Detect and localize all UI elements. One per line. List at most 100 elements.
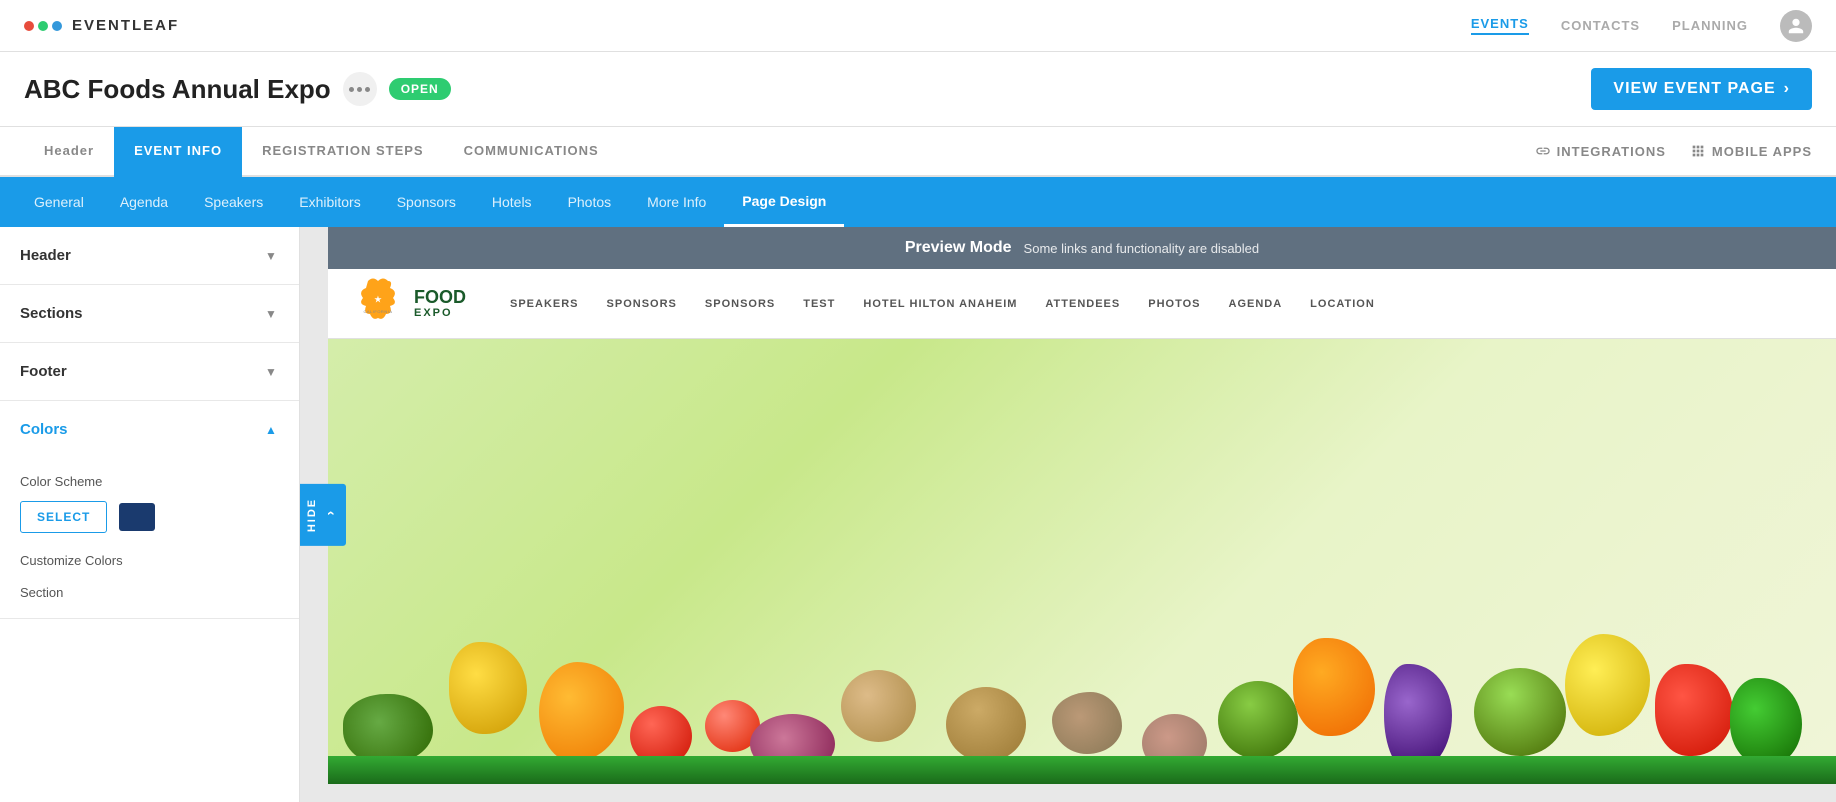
nav-item-speakers[interactable]: SPEAKERS [496, 298, 593, 310]
sidebar-footer-toggle[interactable]: Footer ▼ [0, 343, 299, 400]
dot2 [357, 87, 362, 92]
squash-veg [343, 694, 433, 764]
nav-item-attendees[interactable]: ATTENDEES [1031, 298, 1134, 310]
sidebar-header-toggle[interactable]: Header ▼ [0, 227, 299, 284]
section-label: Section [20, 585, 63, 600]
dot-red [24, 21, 34, 31]
logo-dots [24, 21, 62, 31]
food-expo-logo-text: FOOD EXPO [414, 288, 466, 320]
logo-expo: EXPO [414, 307, 466, 319]
logo-area: EVENTLEAF [24, 17, 179, 34]
dot1 [349, 87, 354, 92]
svg-text:★: ★ [374, 295, 382, 304]
veggie-display [328, 406, 1836, 784]
colors-section-label: Colors [20, 421, 68, 438]
left-sidebar: Header ▼ Sections ▼ Footer ▼ Colors ▲ [0, 227, 300, 802]
select-color-scheme-button[interactable]: SELECT [20, 501, 107, 533]
tab-bar-left: Header EVENT INFO REGISTRATION STEPS COM… [24, 127, 619, 175]
nav-exhibitors[interactable]: Exhibitors [281, 177, 378, 227]
dot3 [365, 87, 370, 92]
page-design-nav: General Agenda Speakers Exhibitors Spons… [0, 177, 1836, 227]
preview-area: HIDE ‹ Preview Mode Some links and funct… [300, 227, 1836, 802]
sidebar-sections-section: Sections ▼ [0, 285, 299, 343]
onion-yellow-2 [946, 687, 1026, 762]
nav-item-test[interactable]: TEST [789, 298, 849, 310]
chevron-down-icon-footer: ▼ [263, 364, 279, 380]
dot-green [38, 21, 48, 31]
nav-photos[interactable]: Photos [550, 177, 630, 227]
view-event-button[interactable]: VIEW EVENT PAGE › [1591, 68, 1812, 110]
sidebar-footer-section: Footer ▼ [0, 343, 299, 401]
customize-colors-link[interactable]: Customize Colors [20, 553, 279, 568]
nav-agenda[interactable]: Agenda [102, 177, 186, 227]
sidebar-colors-toggle[interactable]: Colors ▲ [0, 401, 299, 458]
color-scheme-row: SELECT [20, 501, 279, 533]
nav-item-hotel[interactable]: HOTEL HILTON ANAHEIM [849, 298, 1031, 310]
hide-arrow-icon: ‹ [324, 511, 340, 518]
event-title: ABC Foods Annual Expo [24, 74, 331, 105]
status-badge: OPEN [389, 78, 451, 100]
tab-reports[interactable]: Header [24, 127, 114, 177]
chevron-up-icon: ▲ [263, 422, 279, 438]
nav-sponsors[interactable]: Sponsors [379, 177, 474, 227]
nav-item-agenda[interactable]: AGENDA [1215, 298, 1297, 310]
nav-links: EVENTS CONTACTS PLANNING [1471, 10, 1812, 42]
potato-1 [1052, 692, 1122, 754]
pepper-red-right [1655, 664, 1733, 756]
logo-food: FOOD [414, 288, 466, 308]
dot-blue [52, 21, 62, 31]
svg-text:CALIFORNIA: CALIFORNIA [363, 309, 392, 314]
tab-registration-steps[interactable]: REGISTRATION STEPS [242, 127, 444, 177]
hide-label: HIDE [306, 497, 318, 531]
nav-item-sponsors1[interactable]: SPONSORS [593, 298, 691, 310]
california-food-expo-logo-img: ★ CALIFORNIA [348, 276, 408, 331]
sidebar-sections-toggle[interactable]: Sections ▼ [0, 285, 299, 342]
top-nav: EVENTLEAF EVENTS CONTACTS PLANNING [0, 0, 1836, 52]
nav-planning[interactable]: PLANNING [1672, 18, 1748, 33]
nav-general[interactable]: General [16, 177, 102, 227]
preview-mode-bar: Preview Mode Some links and functionalit… [328, 227, 1836, 269]
integrations-button[interactable]: INTEGRATIONS [1535, 143, 1666, 159]
broccoli-2 [1474, 668, 1566, 756]
pepper-green [1730, 678, 1802, 766]
onion-yellow-1 [841, 670, 916, 742]
link-icon [1535, 143, 1551, 159]
chevron-down-icon-sections: ▼ [263, 306, 279, 322]
pepper-orange-mid [1293, 638, 1375, 736]
mobile-apps-button[interactable]: MOBILE APPS [1690, 143, 1812, 159]
hero-image [328, 339, 1836, 784]
tab-bar: Header EVENT INFO REGISTRATION STEPS COM… [0, 127, 1836, 177]
more-options-button[interactable] [343, 72, 377, 106]
logo-text: EVENTLEAF [72, 17, 179, 34]
pepper-yellow-right [1565, 634, 1650, 736]
footer-section-label: Footer [20, 363, 67, 380]
food-expo-nav-items: SPEAKERS SPONSORS SPONSORS TEST HOTEL HI… [496, 298, 1389, 310]
preview-mode-sub: Some links and functionality are disable… [1024, 241, 1260, 256]
tab-event-info[interactable]: EVENT INFO [114, 127, 242, 177]
nav-page-design[interactable]: Page Design [724, 177, 844, 227]
chevron-down-icon: ▼ [263, 248, 279, 264]
sections-section-label: Sections [20, 305, 83, 322]
nav-item-sponsors2[interactable]: SPONSORS [691, 298, 789, 310]
header-section-label: Header [20, 247, 71, 264]
user-avatar[interactable] [1780, 10, 1812, 42]
grid-icon [1690, 143, 1706, 159]
food-expo-nav: ★ CALIFORNIA FOOD EXPO SPEAKERS SPONSORS… [328, 269, 1836, 339]
hide-panel-button[interactable]: HIDE ‹ [300, 483, 346, 545]
pepper-yellow-left [449, 642, 527, 734]
nav-speakers[interactable]: Speakers [186, 177, 281, 227]
nav-contacts[interactable]: CONTACTS [1561, 18, 1640, 33]
herb-base [328, 756, 1836, 784]
nav-events[interactable]: EVENTS [1471, 16, 1529, 35]
sidebar-colors-section: Colors ▲ Color Scheme SELECT Customize C… [0, 401, 299, 619]
nav-item-photos[interactable]: PHOTOS [1134, 298, 1214, 310]
tab-communications[interactable]: COMMUNICATIONS [444, 127, 619, 177]
event-header: ABC Foods Annual Expo OPEN VIEW EVENT PA… [0, 52, 1836, 127]
tab-bar-right: INTEGRATIONS MOBILE APPS [1535, 143, 1812, 159]
nav-item-location[interactable]: LOCATION [1296, 298, 1389, 310]
broccoli-1 [1218, 681, 1298, 759]
mobile-apps-label: MOBILE APPS [1712, 144, 1812, 159]
nav-hotels[interactable]: Hotels [474, 177, 550, 227]
preview-mode-title: Preview Mode [905, 239, 1012, 257]
nav-more-info[interactable]: More Info [629, 177, 724, 227]
